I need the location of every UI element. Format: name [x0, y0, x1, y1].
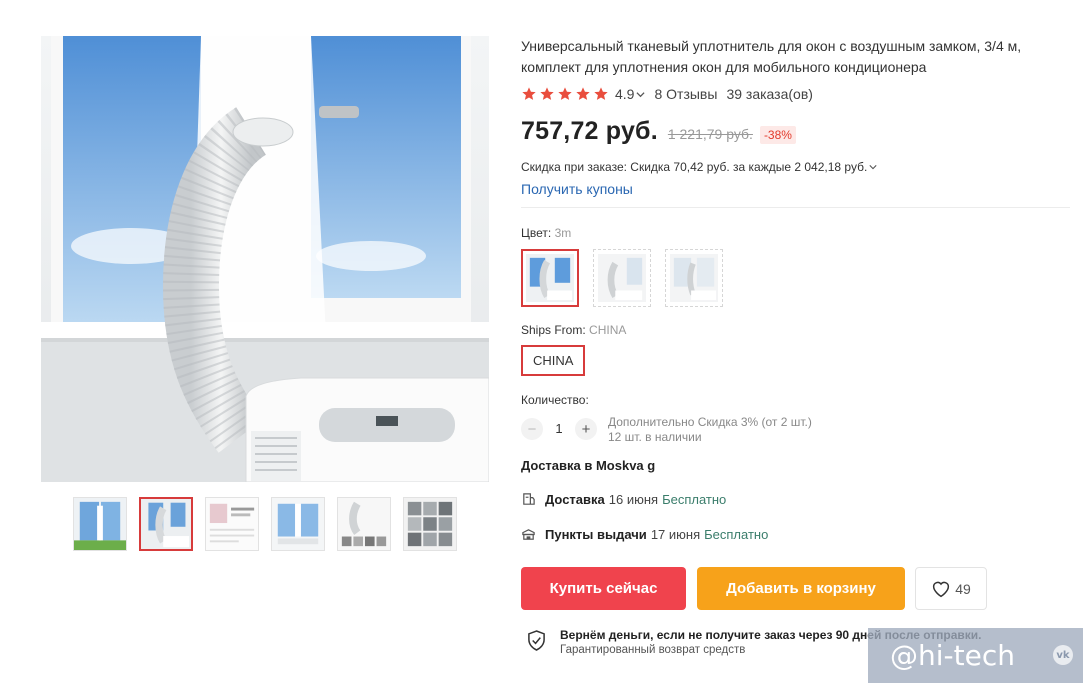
watermark-text: @hi-tech [890, 639, 1015, 672]
ships-from-selected: CHINA [589, 323, 627, 337]
quantity-input[interactable] [543, 418, 575, 440]
price-row: 757,72 руб. 1 221,79 руб. -38% [521, 117, 1081, 146]
star-rating [521, 86, 609, 102]
quantity-stepper: − + Дополнительно Скидка 3% (от 2 шт.) 1… [521, 415, 1081, 445]
color-options [521, 249, 1081, 307]
truck-icon [523, 492, 535, 505]
add-to-cart-button[interactable]: Добавить в корзину [697, 567, 905, 610]
divider [521, 207, 1070, 208]
delivery-option-pickup: Пункты выдачи 17 июня Бесплатно [521, 525, 1081, 543]
chevron-down-icon[interactable] [636, 90, 646, 99]
main-product-image [41, 36, 489, 482]
color-selected-value: 3m [554, 226, 572, 240]
ships-from-label-text: Ships From: [521, 323, 586, 337]
color-label-text: Цвет: [521, 226, 552, 240]
ships-from-option-china[interactable]: CHINA [521, 345, 586, 376]
delivery-price: Бесплатно [704, 526, 769, 542]
shield-check-icon [528, 630, 545, 651]
vk-icon: vk [1053, 645, 1073, 665]
extra-discount-text: Дополнительно Скидка 3% (от 2 шт.) [608, 415, 812, 429]
reviews-link[interactable]: 8 Отзывы [654, 86, 717, 102]
color-option-selected[interactable] [521, 249, 579, 307]
color-option[interactable] [593, 249, 651, 307]
order-discount-text: Скидка при заказе: Скидка 70,42 руб. за … [521, 160, 868, 174]
chevron-down-icon [869, 165, 877, 170]
thumbnail-selected[interactable] [139, 497, 193, 551]
color-label: Цвет: 3m [521, 226, 1081, 240]
discount-badge: -38% [759, 126, 796, 144]
get-coupons-link[interactable]: Получить купоны [521, 181, 633, 197]
quantity-label: Количество: [521, 393, 589, 407]
color-option[interactable] [665, 249, 723, 307]
thumbnail[interactable] [337, 497, 391, 551]
watermark: @hi-tech vk [868, 628, 1083, 683]
order-discount[interactable]: Скидка при заказе: Скидка 70,42 руб. за … [521, 160, 1081, 174]
star-icon [540, 87, 554, 100]
star-icon [576, 87, 590, 100]
star-icon [558, 87, 572, 100]
delivery-name: Доставка [545, 491, 605, 507]
delivery-title: Доставка в Moskva g [521, 458, 656, 473]
quantity-info: Дополнительно Скидка 3% (от 2 шт.) 12 шт… [608, 415, 812, 445]
delivery-date: 16 июня [608, 491, 659, 507]
thumbnail[interactable] [403, 497, 457, 551]
wishlist-button[interactable]: 49 [915, 567, 987, 610]
delivery-price: Бесплатно [662, 491, 727, 507]
product-info: Универсальный тканевый уплотнитель для о… [521, 36, 1081, 658]
buy-now-button[interactable]: Купить сейчас [521, 567, 686, 610]
delivery-option-courier: Доставка 16 июня Бесплатно [521, 490, 1081, 508]
ships-from-label: Ships From: CHINA [521, 323, 1081, 337]
thumbnail-strip [73, 497, 457, 551]
action-buttons: Купить сейчас Добавить в корзину 49 [521, 567, 1081, 610]
quantity-decrease-button[interactable]: − [521, 418, 543, 440]
thumbnail[interactable] [205, 497, 259, 551]
orders-count: 39 заказа(ов) [726, 86, 813, 102]
thumbnail[interactable] [271, 497, 325, 551]
stock-text: 12 шт. в наличии [608, 430, 702, 444]
star-icon [522, 87, 536, 100]
rating-row: 4.9 8 Отзывы 39 заказа(ов) [521, 84, 1081, 104]
wishlist-count: 49 [955, 580, 971, 597]
delivery-name: Пункты выдачи [545, 526, 647, 542]
old-price: 1 221,79 руб. [667, 126, 753, 142]
heart-icon [933, 581, 950, 597]
thumbnail[interactable] [73, 497, 127, 551]
star-icon [594, 87, 608, 100]
delivery-date: 17 июня [650, 526, 701, 542]
rating-value: 4.9 [615, 86, 635, 102]
current-price: 757,72 руб. [521, 117, 658, 145]
quantity-increase-button[interactable]: + [575, 418, 597, 440]
pickup-icon [522, 528, 535, 540]
product-title: Универсальный тканевый уплотнитель для о… [521, 38, 1022, 75]
